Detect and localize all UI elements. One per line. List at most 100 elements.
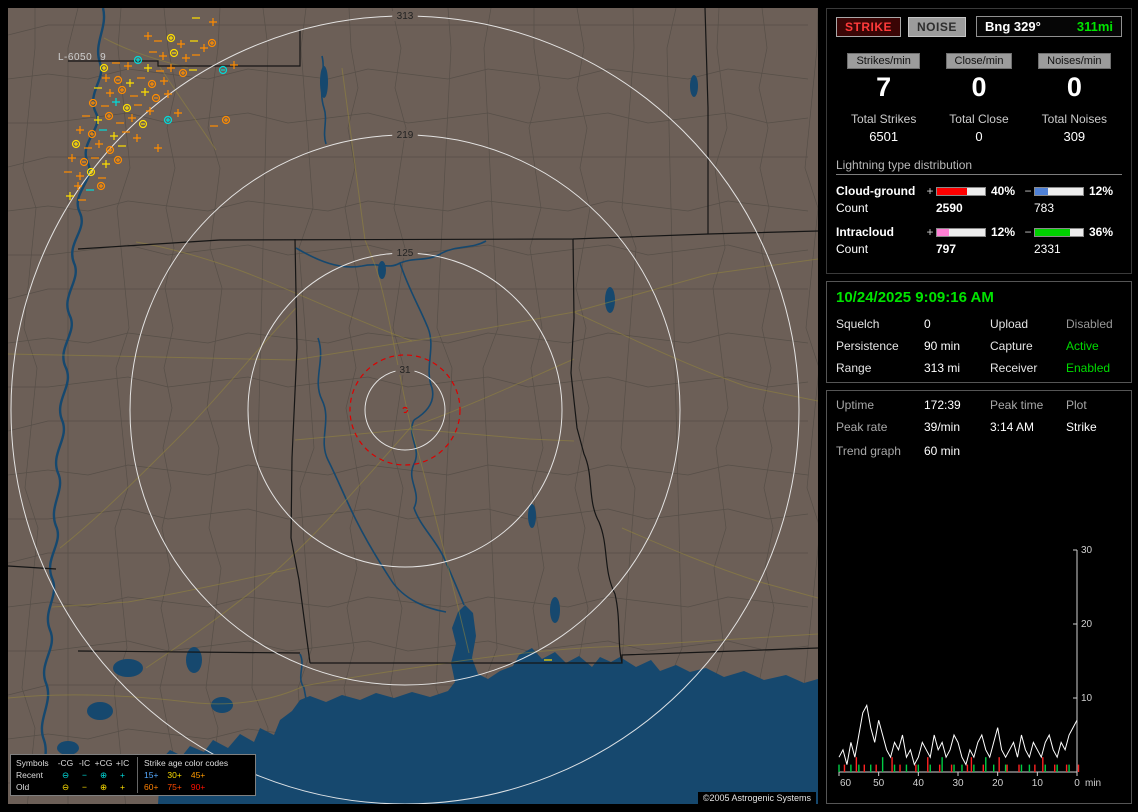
range-value: 313 mi [924,361,990,375]
svg-text:30: 30 [952,778,964,789]
map-view[interactable]: 31321912531 L-60509 Symbols -CG -IC +CG … [8,8,818,804]
persistence-value: 90 min [924,339,990,353]
age-90: 90+ [191,781,205,793]
svg-text:10: 10 [1081,693,1093,704]
legend-row-old: Old [16,781,56,793]
upload-label: Upload [990,317,1066,331]
svg-text:60: 60 [840,778,852,789]
noises-per-min-value: 0 [1027,72,1122,103]
receiver-status: Enabled [1066,361,1122,375]
circle-plus-icon: ⊕ [94,781,113,793]
app-window: 31321912531 L-60509 Symbols -CG -IC +CG … [0,0,1138,812]
peak-time-label: Peak time [990,398,1066,412]
svg-text:40: 40 [913,778,925,789]
plus-icon: + [113,769,132,781]
svg-text:0: 0 [1074,778,1080,789]
cg-plus-count: 2590 [936,201,986,215]
strikes-per-min-value: 7 [836,72,931,103]
copyright-notice: ©2005 Astrogenic Systems [698,792,816,804]
ic-plus-bar [936,228,986,237]
status-panel: 10/24/2025 9:09:16 AM Squelch 0 Upload D… [826,281,1132,383]
strikes-counter: Strikes/min 7 Total Strikes 6501 [836,51,931,144]
svg-text:20: 20 [1081,619,1093,630]
total-strikes-label: Total Strikes [836,112,931,126]
noises-per-min-chip[interactable]: Noises/min [1038,53,1110,69]
current-datetime: 10/24/2025 9:09:16 AM [836,289,1122,306]
cloud-ground-label: Cloud-ground [836,184,924,198]
circle-plus-icon: ⊕ [94,769,113,781]
peak-time-value: 3:14 AM [990,420,1066,434]
map-legend: Symbols -CG -IC +CG +IC Strike age color… [10,754,256,796]
capture-label: Capture [990,339,1066,353]
peak-rate-value: 39/min [924,420,990,434]
uptime-value: 172:39 [924,398,990,412]
legend-recent-ages: 15+ 30+ 45+ [137,769,250,781]
ic-minus-bar [1034,228,1084,237]
minus-sign: − [1022,225,1034,239]
count-label: Count [836,201,924,215]
legend-col-pos-cg: +CG [94,757,113,769]
receiver-label: Receiver [990,361,1066,375]
close-per-min-chip[interactable]: Close/min [946,53,1013,69]
noise-mode-button[interactable]: NOISE [908,17,966,37]
legend-age-title: Strike age color codes [137,757,250,769]
svg-text:min: min [1085,778,1101,789]
stats-panel: STRIKE NOISE Bng 329° 311mi Strikes/min … [826,8,1132,274]
legend-symbols-title: Symbols [16,757,56,769]
sidebar: STRIKE NOISE Bng 329° 311mi Strikes/min … [826,8,1132,804]
range-label: Range [836,361,924,375]
bearing-distance: 311mi [1077,19,1113,34]
cg-minus-pct: 12% [1084,184,1122,198]
svg-text:50: 50 [873,778,885,789]
persistence-label: Persistence [836,339,924,353]
distribution-title: Lightning type distribution [836,158,1122,175]
ic-minus-count: 2331 [1034,242,1084,256]
intracloud-counts: Count 797 2331 [836,242,1122,256]
svg-text:10: 10 [1032,778,1044,789]
squelch-label: Squelch [836,317,924,331]
minus-sign: − [1022,184,1034,198]
upload-status: Disabled [1066,317,1122,331]
uptime-label: Uptime [836,398,924,412]
cg-minus-bar [1034,187,1084,196]
svg-text:219: 219 [397,130,414,141]
info-grid: Uptime 172:39 Peak time Plot Peak rate 3… [836,398,1122,434]
status-grid: Squelch 0 Upload Disabled Persistence 90… [836,317,1122,375]
cloud-ground-row: Cloud-ground + 40% − 12% [836,184,1122,198]
capture-status: Active [1066,339,1122,353]
age-60: 60+ [144,781,158,793]
plus-icon: + [113,781,132,793]
trend-graph-setting: Trend graph 60 min [836,444,1122,458]
legend-col-pos-ic: +IC [113,757,132,769]
svg-text:20: 20 [992,778,1004,789]
total-noises-value: 309 [1027,129,1122,144]
plot-value: Strike [1066,420,1122,434]
age-75: 75+ [167,781,181,793]
bearing-readout: Bng 329° 311mi [976,16,1122,37]
cg-plus-pct: 40% [986,184,1022,198]
cg-plus-bar [936,187,986,196]
svg-text:125: 125 [397,248,414,259]
svg-text:31: 31 [399,365,411,376]
legend-row-recent: Recent [16,769,56,781]
svg-text:30: 30 [1081,546,1093,556]
strikes-per-min-chip[interactable]: Strikes/min [847,53,919,69]
age-45: 45+ [191,769,205,781]
intracloud-row: Intracloud + 12% − 36% [836,225,1122,239]
count-label: Count [836,242,924,256]
circle-minus-icon: ⊖ [56,781,75,793]
rate-counters: Strikes/min 7 Total Strikes 6501 Close/m… [836,51,1122,144]
age-30: 30+ [167,769,181,781]
total-close-label: Total Close [931,112,1026,126]
legend-col-neg-ic: -IC [75,757,94,769]
noises-counter: Noises/min 0 Total Noises 309 [1027,51,1122,144]
trend-panel: Uptime 172:39 Peak time Plot Peak rate 3… [826,390,1132,804]
minus-icon: − [75,769,94,781]
cg-minus-count: 783 [1034,201,1084,215]
map-canvas[interactable]: 31321912531 L-60509 [8,8,818,804]
strike-mode-button[interactable]: STRIKE [836,17,901,37]
legend-old-ages: 60+ 75+ 90+ [137,781,250,793]
total-close-value: 0 [931,129,1026,144]
total-noises-label: Total Noises [1027,112,1122,126]
peak-rate-label: Peak rate [836,420,924,434]
